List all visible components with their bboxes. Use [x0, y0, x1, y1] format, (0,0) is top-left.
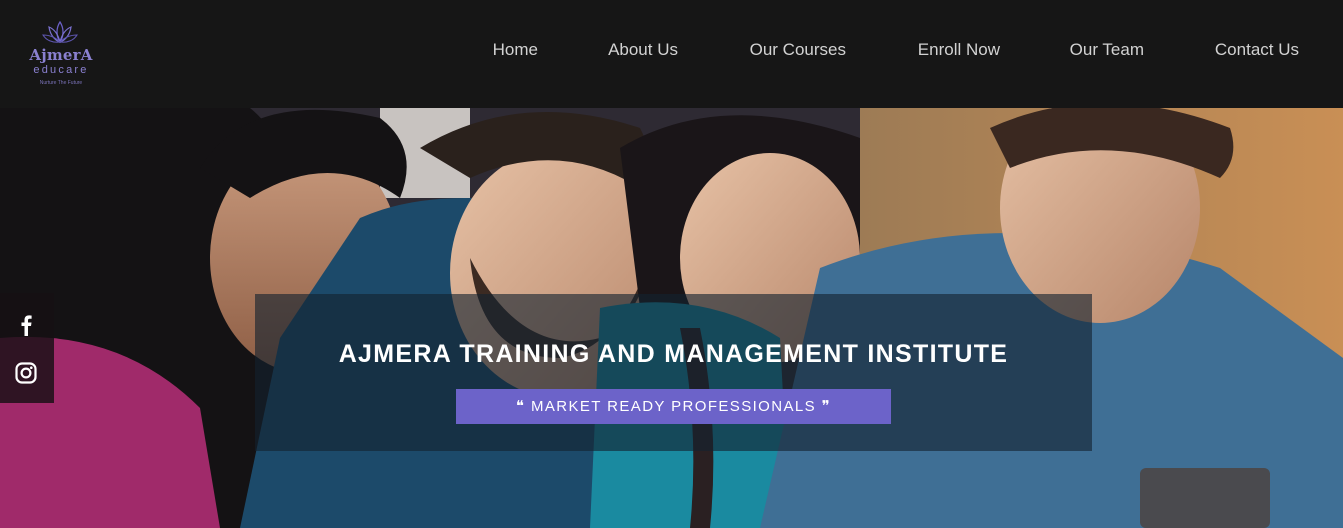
social-sidebar: [0, 293, 54, 403]
hero-tagline-badge: ❝ MARKET READY PROFESSIONALS ❞: [456, 389, 891, 424]
logo-subtitle: educare: [33, 64, 89, 76]
hero-overlay: AJMERA TRAINING AND MANAGEMENT INSTITUTE…: [255, 294, 1092, 451]
instagram-link[interactable]: [0, 346, 54, 396]
logo-tagline: Nurture The Future: [39, 80, 83, 86]
hero-banner: AJMERA TRAINING AND MANAGEMENT INSTITUTE…: [0, 108, 1343, 528]
facebook-link[interactable]: [0, 298, 54, 348]
nav-enroll-now[interactable]: Enroll Now: [918, 40, 1000, 60]
nav-about-us[interactable]: About Us: [608, 40, 678, 60]
nav-home[interactable]: Home: [493, 40, 538, 60]
hero-title: AJMERA TRAINING AND MANAGEMENT INSTITUTE: [338, 340, 1009, 368]
logo-wordmark: AjmerA: [29, 46, 93, 64]
instagram-icon: [15, 362, 37, 384]
site-logo[interactable]: AjmerA educare Nurture The Future: [20, 18, 100, 92]
facebook-icon: [21, 315, 32, 336]
nav-our-team[interactable]: Our Team: [1070, 40, 1144, 60]
nav-contact-us[interactable]: Contact Us: [1215, 40, 1299, 60]
nav-our-courses[interactable]: Our Courses: [750, 40, 846, 60]
lotus-icon: [42, 20, 78, 44]
top-navbar: AjmerA educare Nurture The Future Home A…: [0, 0, 1343, 108]
